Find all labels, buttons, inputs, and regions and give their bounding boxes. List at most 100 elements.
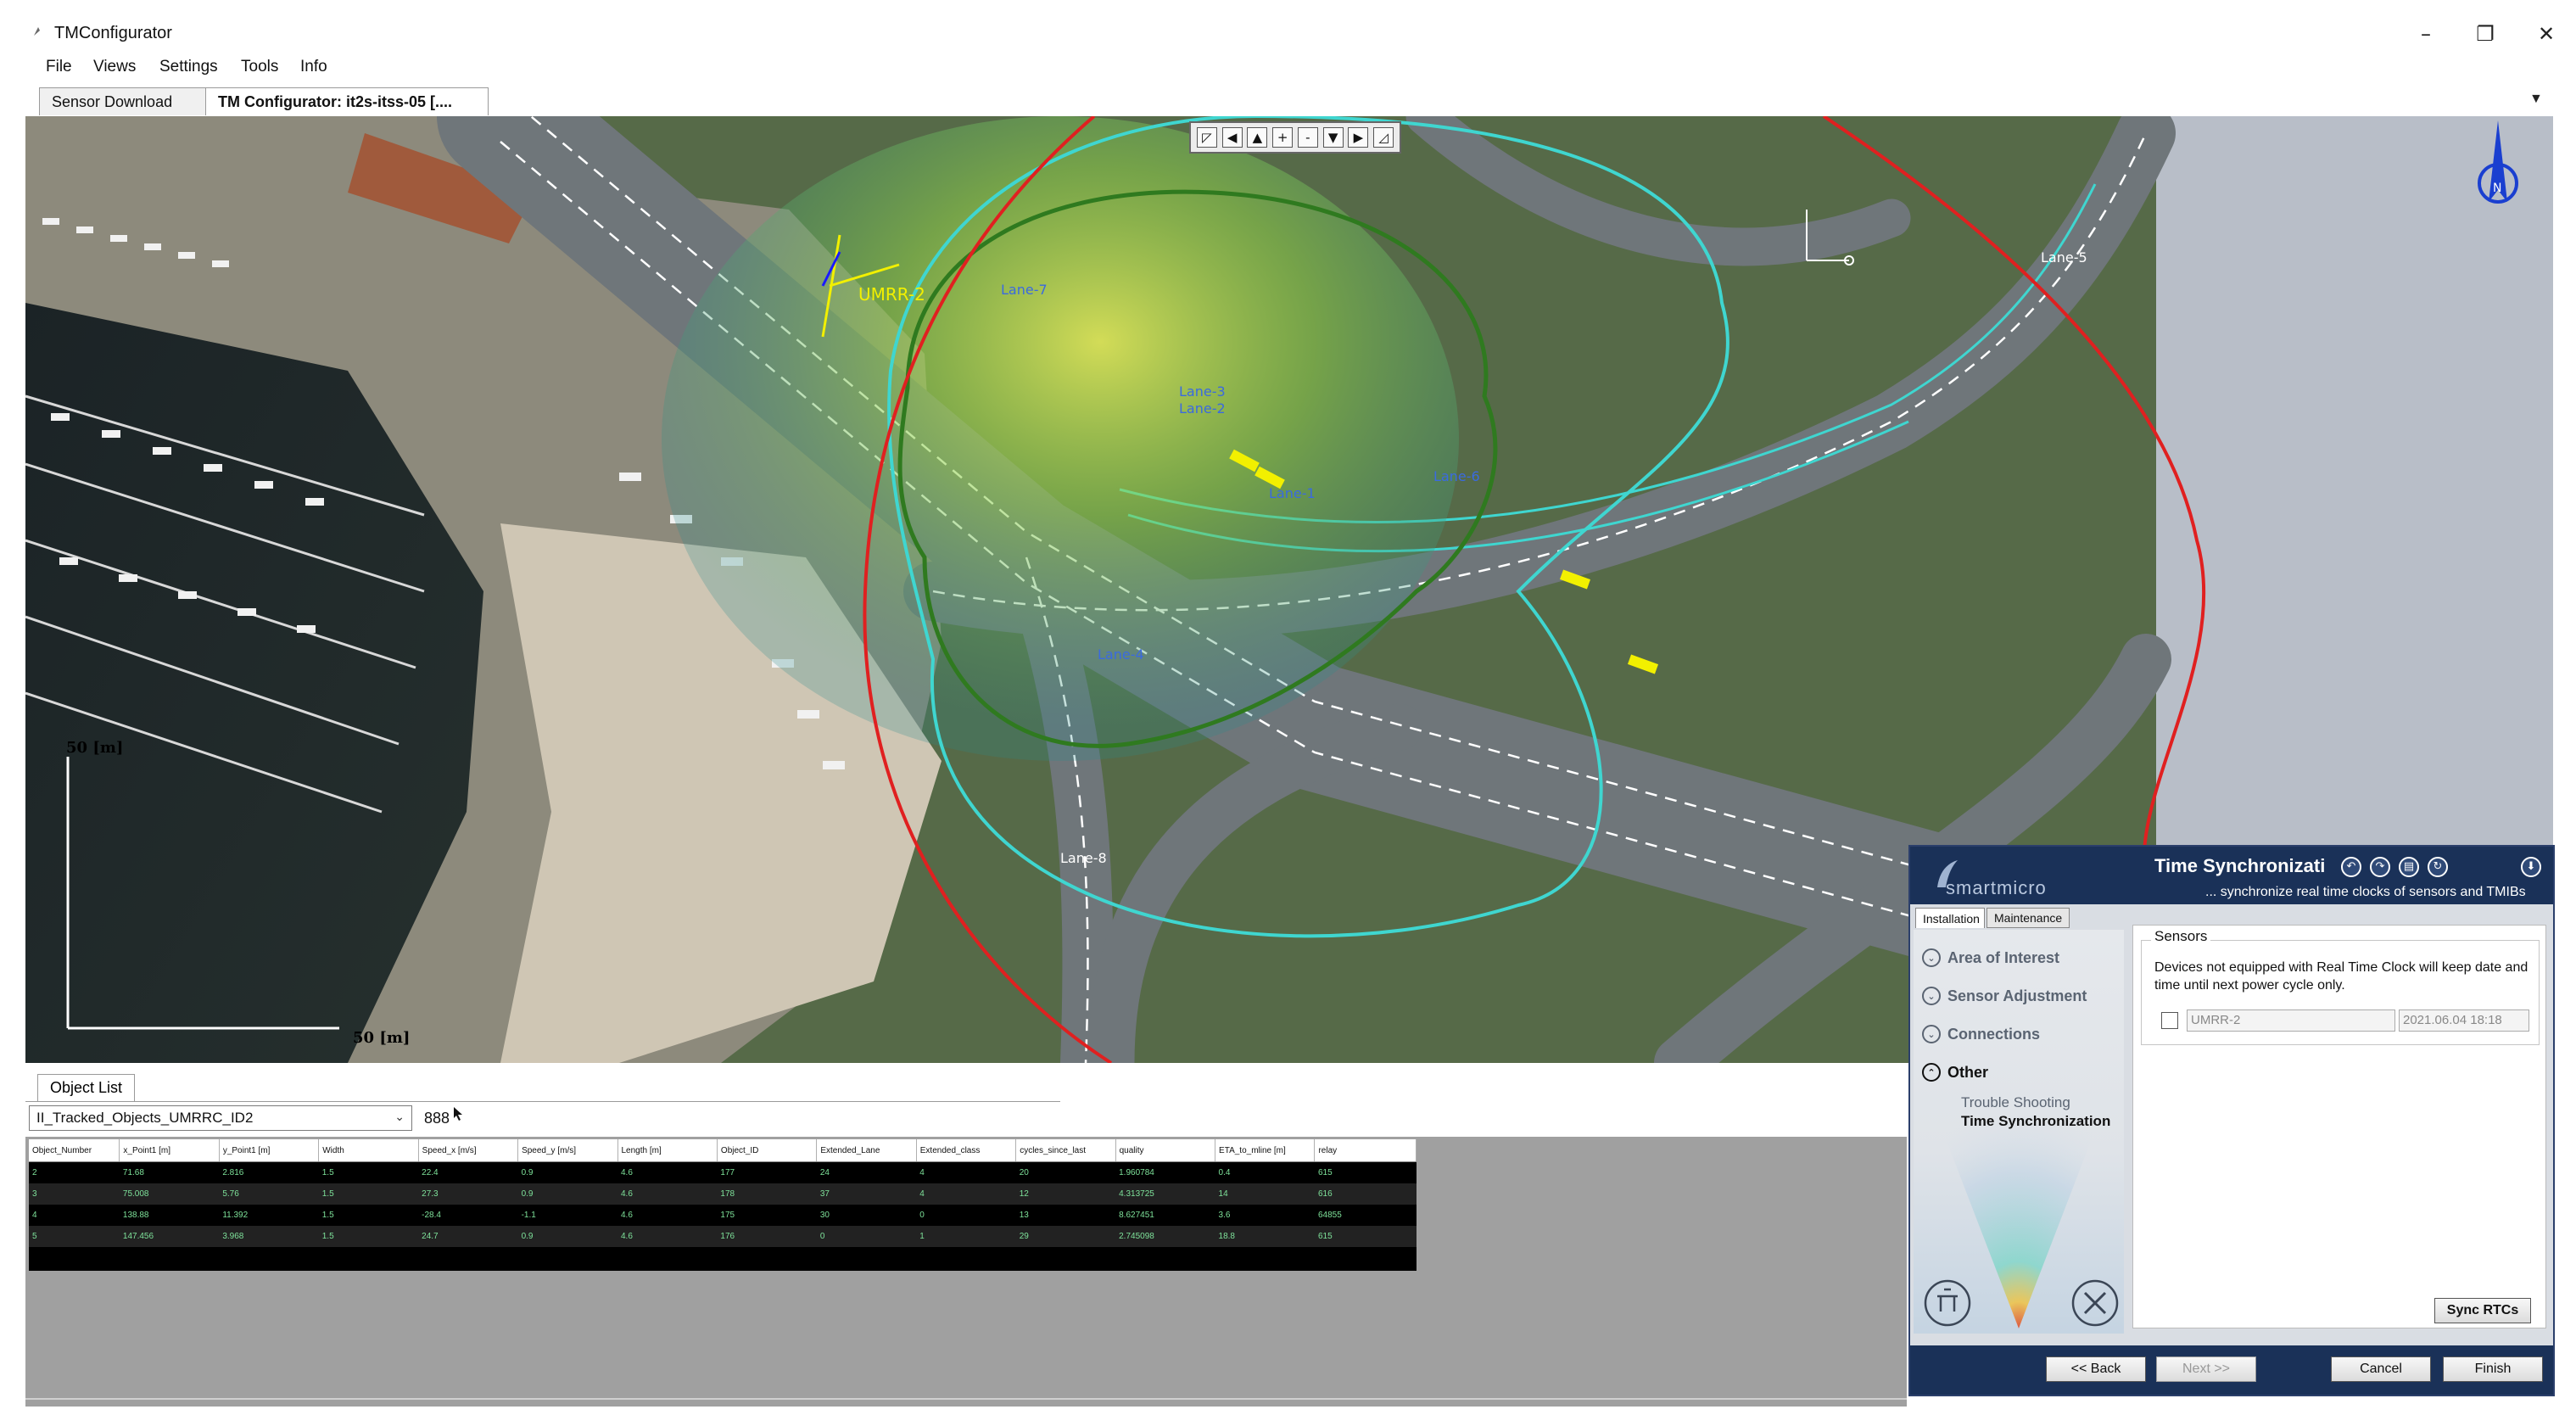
object-count: 888 xyxy=(424,1110,450,1127)
nav-area-of-interest[interactable]: ⌄ Area of Interest xyxy=(1922,948,2059,967)
menu-settings[interactable]: Settings xyxy=(159,58,218,76)
tab-installation[interactable]: Installation xyxy=(1915,908,1985,928)
table-cell: 176 xyxy=(717,1226,817,1247)
nav-connections[interactable]: ⌄ Connections xyxy=(1922,1025,2040,1043)
restore-button[interactable]: ❐ xyxy=(2460,17,2511,51)
lane-label: Lane-2 xyxy=(1179,400,1226,417)
column-header[interactable]: cycles_since_last xyxy=(1015,1139,1116,1162)
close-button[interactable]: ✕ xyxy=(2521,17,2572,51)
menu-tools[interactable]: Tools xyxy=(241,58,278,76)
table-row[interactable]: 5 147.456 3.968 1.5 24.7 0.9 4.6 176 0 1 29 2.74509… xyxy=(29,1226,1417,1247)
column-header[interactable]: Length [m] xyxy=(617,1139,718,1162)
table-cell: 14 xyxy=(1215,1183,1315,1205)
table-row[interactable]: 3 75.008 5.76 1.5 27.3 0.9 4.6 178 37 4 12 4.313725… xyxy=(29,1183,1417,1205)
save-icon[interactable]: ▤ xyxy=(2399,857,2419,877)
pan-up-left-button[interactable]: ◸ xyxy=(1196,127,1217,148)
chevron-down-icon[interactable]: ▼ xyxy=(2529,92,2543,107)
sync-rtcs-button[interactable]: Sync RTCs xyxy=(2434,1298,2531,1323)
title-bar xyxy=(0,0,2576,53)
rotate-button[interactable]: ◿ xyxy=(1373,127,1394,148)
column-header[interactable]: Speed_x [m/s] xyxy=(418,1139,519,1162)
zoom-in-button[interactable]: + xyxy=(1272,127,1294,148)
lane-label: Lane-5 xyxy=(2041,249,2087,266)
pan-right-button[interactable]: ▶ xyxy=(1348,127,1369,148)
stream-select[interactable]: II_Tracked_Objects_UMRRC_ID2 ⌄ xyxy=(29,1105,412,1131)
table-cell: 64855 xyxy=(1314,1205,1417,1226)
table-cell: 13 xyxy=(1015,1205,1116,1226)
sensor-checkbox[interactable] xyxy=(2161,1012,2178,1029)
minimize-button[interactable]: – xyxy=(2400,17,2451,51)
table-cell: 4.313725 xyxy=(1115,1183,1215,1205)
table-cell: 4 xyxy=(916,1183,1016,1205)
stream-select-value: II_Tracked_Objects_UMRRC_ID2 xyxy=(36,1110,254,1126)
nav-other[interactable]: ⌃ Other xyxy=(1922,1063,1988,1082)
column-header[interactable]: Speed_y [m/s] xyxy=(517,1139,618,1162)
pan-up-button[interactable]: ▲ xyxy=(1247,127,1268,148)
table-cell: 0 xyxy=(916,1205,1016,1226)
zoom-out-button[interactable]: - xyxy=(1297,127,1318,148)
table-cell: 175 xyxy=(717,1205,817,1226)
pan-down-button[interactable]: ▼ xyxy=(1322,127,1344,148)
nav-time-synchronization[interactable]: Time Synchronization xyxy=(1961,1113,2110,1130)
column-header[interactable]: quality xyxy=(1115,1139,1216,1162)
table-cell: 615 xyxy=(1314,1161,1417,1183)
wizard-title: Time Synchronizati xyxy=(2154,855,2326,876)
table-cell: 2.745098 xyxy=(1115,1226,1215,1247)
tab-label: TM Configurator: it2s-itss-05 [.... xyxy=(218,92,453,110)
tab-sensor-download[interactable]: Sensor Download xyxy=(39,87,207,115)
table-cell: 3.968 xyxy=(219,1226,319,1247)
table-row[interactable]: 4 138.88 11.392 1.5 -28.4 -1.1 4.6 175 30 0 13 8.62… xyxy=(29,1205,1417,1226)
column-header[interactable]: x_Point1 [m] xyxy=(119,1139,220,1162)
menu-info[interactable]: Info xyxy=(300,58,327,76)
table-cell: 615 xyxy=(1314,1226,1417,1247)
table-cell: 4 xyxy=(916,1161,1016,1183)
table-row[interactable]: 2 71.68 2.816 1.5 22.4 0.9 4.6 177 24 4 20 1.960784… xyxy=(29,1161,1417,1183)
chevron-down-icon: ⌄ xyxy=(1922,948,1941,967)
tab-tm-configurator[interactable]: TM Configurator: it2s-itss-05 [.... xyxy=(205,87,489,115)
back-nav-icon[interactable]: ↶ xyxy=(2341,857,2361,877)
table-cell: -28.4 xyxy=(418,1205,518,1226)
table-cell: 1.5 xyxy=(318,1183,419,1205)
table-cell: 2.816 xyxy=(219,1161,319,1183)
forward-nav-icon[interactable]: ↷ xyxy=(2370,857,2390,877)
chevron-down-icon: ⌄ xyxy=(394,1110,405,1123)
column-header[interactable]: Extended_class xyxy=(916,1139,1017,1162)
column-header[interactable]: Object_Number xyxy=(29,1139,120,1162)
nav-trouble-shooting[interactable]: Trouble Shooting xyxy=(1961,1094,2070,1111)
column-header[interactable]: relay xyxy=(1314,1139,1417,1162)
table-cell: 0.9 xyxy=(517,1183,617,1205)
back-button[interactable]: << Back xyxy=(2046,1356,2146,1382)
cancel-button[interactable]: Cancel xyxy=(2331,1356,2431,1382)
table-cell: 3.6 xyxy=(1215,1205,1315,1226)
chevron-down-icon: ⌄ xyxy=(1922,1025,1941,1043)
tab-maintenance[interactable]: Maintenance xyxy=(1986,908,2070,928)
lane-label: Lane-1 xyxy=(1269,485,1316,501)
menu-file[interactable]: File xyxy=(46,58,72,76)
column-header[interactable]: y_Point1 [m] xyxy=(219,1139,320,1162)
sensor-time-field[interactable]: 2021.06.04 18:18 xyxy=(2399,1010,2529,1032)
column-header[interactable]: Object_ID xyxy=(717,1139,818,1162)
lane-label: Lane-8 xyxy=(1060,850,1107,866)
column-header[interactable]: Width xyxy=(318,1139,419,1162)
refresh-icon[interactable]: ↻ xyxy=(2428,857,2448,877)
next-button[interactable]: Next >> xyxy=(2156,1356,2256,1382)
table-cell: 5.76 xyxy=(219,1183,319,1205)
lane-label: Lane-4 xyxy=(1098,646,1144,663)
column-header[interactable]: Extended_Lane xyxy=(816,1139,917,1162)
table-cell: 24 xyxy=(816,1161,917,1183)
download-icon[interactable]: ⬇ xyxy=(2521,857,2541,877)
nav-label: Other xyxy=(1947,1063,1989,1081)
pan-left-button[interactable]: ◀ xyxy=(1221,127,1243,148)
table-cell: 5 xyxy=(29,1226,120,1247)
object-list-tab-bar: Object List xyxy=(25,1072,1060,1102)
menu-views[interactable]: Views xyxy=(93,58,136,76)
column-header[interactable]: ETA_to_mline [m] xyxy=(1215,1139,1316,1162)
app-icon xyxy=(34,27,40,36)
nav-sensor-adjustment[interactable]: ⌄ Sensor Adjustment xyxy=(1922,987,2087,1005)
finish-button[interactable]: Finish xyxy=(2443,1356,2543,1382)
table-cell: 12 xyxy=(1015,1183,1116,1205)
table-cell: 1.5 xyxy=(318,1226,419,1247)
tab-object-list[interactable]: Object List xyxy=(37,1074,136,1101)
table-cell: -1.1 xyxy=(517,1205,617,1226)
sensor-name-field[interactable]: UMRR-2 xyxy=(2187,1010,2395,1032)
